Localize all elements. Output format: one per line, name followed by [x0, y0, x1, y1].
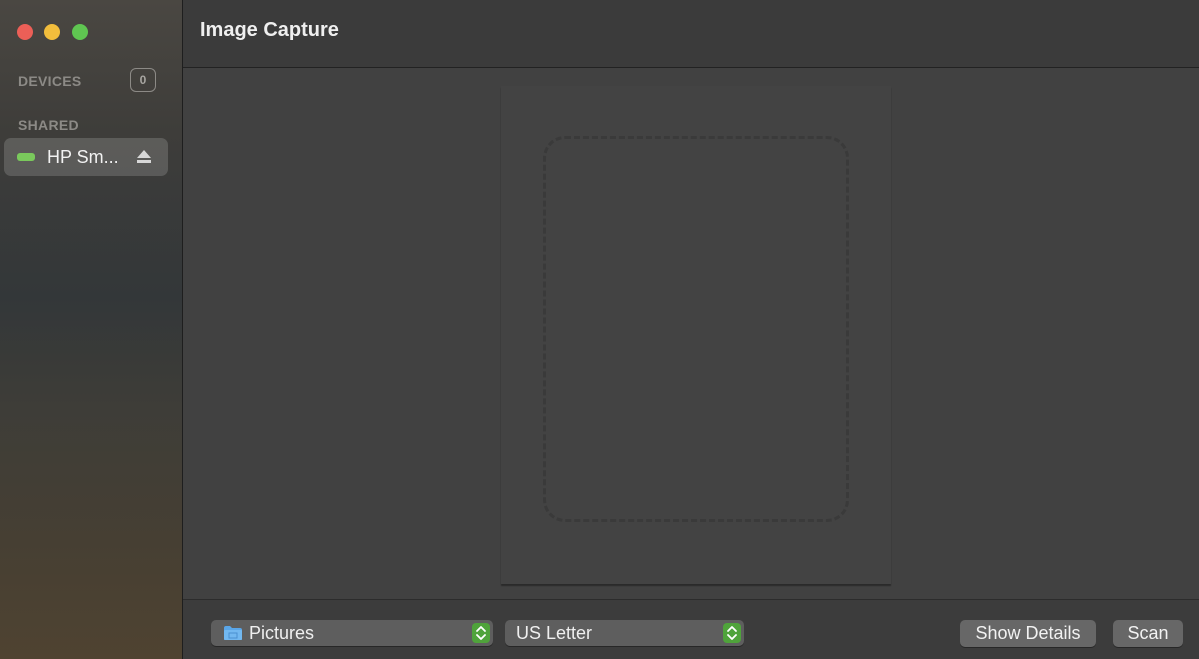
sidebar: DEVICES 0 SHARED HP Sm...	[0, 0, 183, 659]
scan-button[interactable]: Scan	[1113, 620, 1183, 647]
device-name: HP Sm...	[47, 147, 119, 167]
popup-stepper-icon	[472, 623, 490, 643]
maximize-window-button[interactable]	[72, 24, 88, 40]
minimize-window-button[interactable]	[44, 24, 60, 40]
devices-count-badge: 0	[130, 68, 156, 92]
scan-area-placeholder	[543, 136, 849, 522]
title-bar: Image Capture	[183, 0, 1199, 68]
shared-section-label: SHARED	[18, 117, 79, 133]
scan-preview-area	[183, 68, 1199, 599]
devices-section-label: DEVICES	[18, 73, 82, 89]
show-details-button[interactable]: Show Details	[960, 620, 1096, 647]
destination-folder-popup[interactable]: Pictures	[211, 620, 493, 646]
folder-icon	[224, 626, 242, 640]
close-window-button[interactable]	[17, 24, 33, 40]
destination-folder-value: Pictures	[249, 623, 315, 643]
paper-size-value: US Letter	[516, 623, 593, 643]
image-capture-window: DEVICES 0 SHARED HP Sm... Image Capture	[0, 0, 1199, 659]
window-title: Image Capture	[200, 19, 339, 41]
eject-icon[interactable]	[136, 149, 152, 165]
popup-stepper-icon	[723, 623, 741, 643]
scan-paper-preview	[501, 86, 891, 584]
bottom-toolbar: Pictures US Letter Show Details Scan	[183, 599, 1199, 659]
sidebar-item-hp-printer[interactable]: HP Sm...	[4, 138, 168, 176]
paper-size-popup[interactable]: US Letter	[505, 620, 744, 646]
printer-icon	[17, 153, 35, 161]
